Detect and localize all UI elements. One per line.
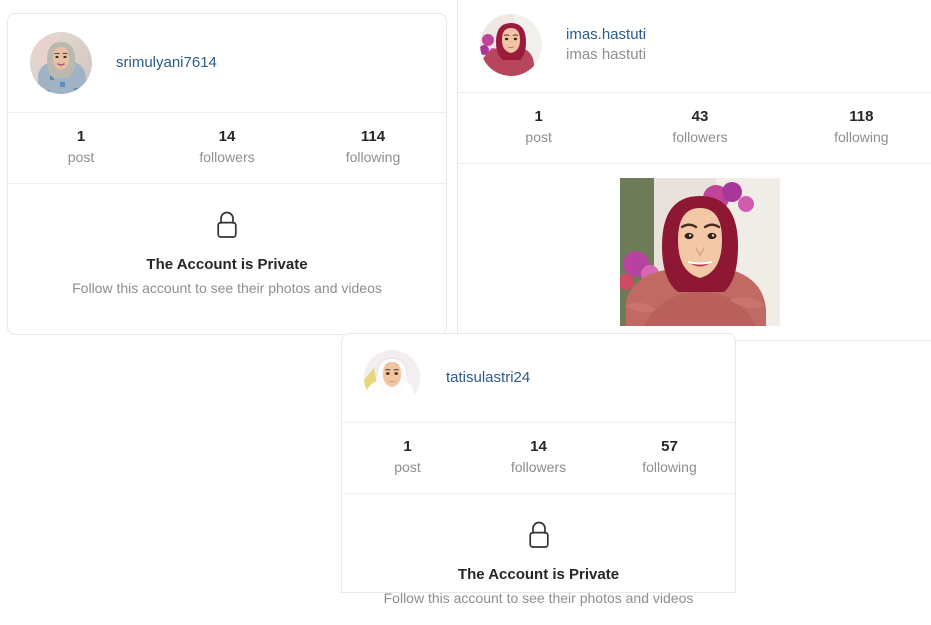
stat-posts-value: 1 (534, 108, 543, 125)
post-thumbnail[interactable] (620, 177, 780, 326)
stat-following[interactable]: 57 following (604, 437, 735, 477)
avatar[interactable] (30, 32, 92, 94)
name-block: imas.hastuti imas hastuti (566, 25, 646, 66)
posts-grid (458, 164, 931, 326)
stat-followers[interactable]: 14 followers (154, 127, 300, 167)
avatar[interactable] (364, 350, 420, 406)
profile-card-tatisulastri24: tatisulastri24 1 post 14 followers 57 fo… (341, 333, 736, 606)
profile-card-srimulyani7614: srimulyani7614 1 post 14 followers 114 f… (7, 13, 447, 335)
private-account-notice: The Account is Private Follow this accou… (8, 184, 446, 315)
avatar[interactable] (480, 14, 542, 76)
username-link[interactable]: srimulyani7614 (116, 53, 217, 73)
stat-posts[interactable]: 1 post (8, 127, 154, 167)
stat-posts-value: 1 (403, 438, 412, 455)
stat-followers-value: 43 (691, 108, 709, 125)
stat-followers-label: followers (510, 458, 567, 475)
stat-posts-value: 1 (76, 128, 86, 145)
stat-posts[interactable]: 1 post (458, 107, 619, 147)
stat-following[interactable]: 114 following (300, 127, 446, 167)
username-link[interactable]: imas.hastuti (566, 25, 646, 45)
profile-header: imas.hastuti imas hastuti (458, 0, 931, 92)
stat-followers-label: followers (672, 128, 728, 145)
profile-stats: 1 post 14 followers 57 following (342, 422, 735, 494)
username-link[interactable]: tatisulastri24 (446, 368, 530, 388)
profile-header: srimulyani7614 (8, 14, 446, 112)
stat-following-value: 114 (360, 128, 386, 145)
stat-posts-label: post (67, 148, 95, 165)
private-subtitle: Follow this account to see their photos … (383, 589, 694, 606)
stat-following-label: following (642, 458, 697, 475)
profile-card-imas-hastuti: imas.hastuti imas hastuti 1 post 43 foll… (457, 0, 931, 341)
stat-following[interactable]: 118 following (781, 107, 931, 147)
stat-following-value: 118 (849, 108, 874, 125)
profile-stats: 1 post 14 followers 114 following (8, 112, 446, 184)
stat-followers-label: followers (199, 148, 255, 165)
lock-icon (528, 521, 549, 548)
stat-following-value: 57 (661, 438, 678, 455)
fullname: imas hastuti (566, 46, 647, 63)
private-subtitle: Follow this account to see their photos … (72, 279, 382, 296)
stat-posts-label: post (525, 128, 552, 145)
name-block: tatisulastri24 (446, 368, 530, 388)
stat-posts-label: post (394, 458, 421, 475)
stat-followers-value: 14 (218, 128, 236, 145)
stat-following-label: following (834, 128, 889, 145)
profile-header: tatisulastri24 (342, 334, 735, 422)
stat-followers[interactable]: 43 followers (619, 107, 780, 147)
stat-followers[interactable]: 14 followers (473, 437, 604, 477)
private-title: The Account is Private (457, 565, 620, 583)
private-account-notice: The Account is Private Follow this accou… (342, 494, 735, 625)
private-title: The Account is Private (146, 255, 308, 273)
stat-followers-value: 14 (530, 438, 547, 455)
stat-following-label: following (345, 148, 401, 165)
name-block: srimulyani7614 (116, 53, 217, 73)
stat-posts[interactable]: 1 post (342, 437, 473, 477)
lock-icon (217, 211, 237, 238)
profile-stats: 1 post 43 followers 118 following (458, 92, 931, 164)
